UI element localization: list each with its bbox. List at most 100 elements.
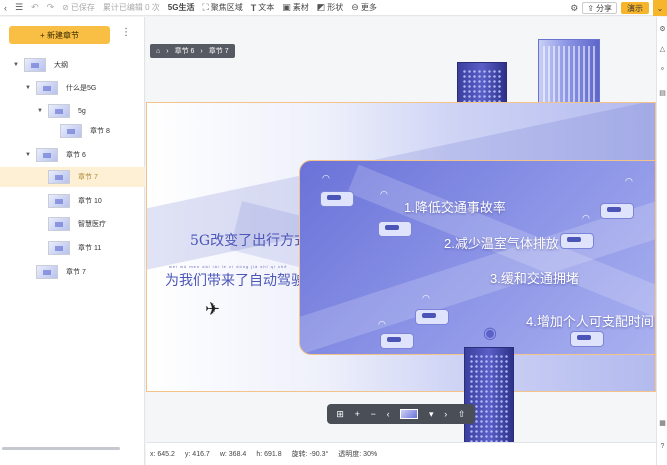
focus-area-label: 聚焦区域 xyxy=(210,3,243,12)
breadcrumb-item[interactable]: 章节 7 xyxy=(209,46,229,56)
caret-down-icon[interactable]: ▼ xyxy=(24,85,32,91)
shape-button[interactable]: ◩ 形状 xyxy=(313,0,348,16)
slide-thumbnail xyxy=(48,194,70,208)
kebab-menu-icon[interactable]: ⋮ xyxy=(121,27,131,38)
tree-item-chapter-11[interactable]: 章节 11 xyxy=(0,238,145,258)
layers-icon[interactable]: ▤ xyxy=(658,89,667,98)
tree-item-label: 章节 8 xyxy=(90,128,110,135)
slide-point[interactable]: 1.降低交通事故率 xyxy=(404,197,506,216)
saved-label: 已保存 xyxy=(70,3,95,12)
chevron-down-icon: ⌄ xyxy=(656,3,664,13)
tree-item-label: 什么是5G xyxy=(66,85,97,92)
chevron-left-icon: ‹ xyxy=(4,2,7,13)
keyboard-icon[interactable]: ▦ xyxy=(658,419,667,428)
tree-item-chapter-8[interactable]: 章节 8 xyxy=(0,121,145,141)
caret-down-icon[interactable]: ▼ xyxy=(12,62,20,68)
status-opacity: 透明度: 30% xyxy=(338,451,378,458)
tree-item-chapter-7[interactable]: 章节 7 xyxy=(0,262,145,282)
car-illustration xyxy=(560,233,594,249)
wifi-icon: ◠ xyxy=(322,173,330,183)
car-illustration xyxy=(378,221,412,237)
tree-item-smart-healthcare[interactable]: 智慧医疗 xyxy=(0,214,145,234)
image-icon: ▣ xyxy=(282,2,291,12)
tree-item-5g[interactable]: ▼ 5g xyxy=(0,101,145,121)
slide-thumbnail xyxy=(48,241,70,255)
share-label: 分享 xyxy=(596,3,612,13)
help-icon[interactable]: ? xyxy=(658,442,667,451)
home-icon[interactable]: ⌂ xyxy=(156,48,160,55)
caret-down-icon[interactable]: ▼ xyxy=(24,152,32,158)
undo-icon: ↶ xyxy=(31,2,39,12)
slide-thumbnail xyxy=(60,124,82,138)
outline-scrollbar[interactable] xyxy=(2,447,120,450)
more-button[interactable]: ⊖ 更多 xyxy=(347,0,381,16)
redo-button[interactable]: ↷ xyxy=(43,0,59,16)
top-toolbar: ‹ ☰ ↶ ↷ ⊘ 已保存 累计已编辑 0 次 5G生活 ⛶ 聚焦区域 T 文本 ▣… xyxy=(0,0,667,16)
wifi-icon: ◠ xyxy=(378,319,386,329)
slide-thumbnail xyxy=(36,265,58,279)
car-illustration xyxy=(380,333,414,349)
tree-item-what-is-5g[interactable]: ▼ 什么是5G xyxy=(0,78,145,98)
slide-point[interactable]: 4.增加个人可支配时间 xyxy=(526,311,654,330)
car-illustration xyxy=(415,309,449,325)
wifi-icon: ◠ xyxy=(422,293,430,303)
tree-item-chapter-6[interactable]: ▼ 章节 6 xyxy=(0,145,145,165)
present-dropdown-button[interactable]: ⌄ xyxy=(653,0,667,16)
chevron-down-icon[interactable]: ▾ xyxy=(429,409,434,420)
tree-item-outline[interactable]: ▼ 大纲 xyxy=(0,55,145,75)
brand-label[interactable]: 5G生活 xyxy=(164,0,199,16)
slide-headline[interactable]: 5G改变了出行方式 xyxy=(190,230,308,250)
slide-point[interactable]: 2.减少温室气体排放 xyxy=(444,233,559,252)
status-w: w: 368.4 xyxy=(219,450,247,458)
save-status: ⊘ 已保存 xyxy=(58,0,99,16)
zoom-out-button[interactable]: − xyxy=(371,409,376,419)
focus-area-button[interactable]: ⛶ 聚焦区域 xyxy=(198,0,246,16)
settings-icon[interactable]: ⚙ xyxy=(658,25,667,34)
text-button[interactable]: T 文本 xyxy=(247,0,279,16)
toolbar-right: ⚙ ⇪ 分享 演示 ⌄ xyxy=(570,0,667,16)
shape-icon: ◩ xyxy=(316,2,326,12)
settings-gear-icon[interactable]: ⚙ xyxy=(570,3,578,14)
new-chapter-button[interactable]: + 新建章节 xyxy=(9,26,110,44)
undo-button[interactable]: ↶ xyxy=(27,0,43,16)
slide-thumbnail xyxy=(48,104,70,118)
traffic-illustration-panel[interactable]: ◠ ◠ ◠ ◠ ◠ ◠ 1.降低交通事故率 2.减少温室气体排放 3.缓和交通拥… xyxy=(299,160,655,355)
editor-canvas[interactable]: ⌂ › 章节 6 › 章节 7 5G改变了出行方式 wèi wǒ men dài… xyxy=(146,17,656,442)
style-tool-icon[interactable]: ⚬ xyxy=(658,65,667,74)
drone-icon: ✈ xyxy=(205,299,221,319)
caret-down-icon[interactable]: ▼ xyxy=(36,108,44,114)
share-button[interactable]: ⇪ 分享 xyxy=(582,2,617,14)
grid-icon[interactable]: ⊞ xyxy=(336,409,344,420)
car-illustration xyxy=(570,331,604,347)
shape-label: 形状 xyxy=(327,3,344,12)
zoom-in-button[interactable]: + xyxy=(355,409,360,419)
app-window: ‹ ☰ ↶ ↷ ⊘ 已保存 累计已编辑 0 次 5G生活 ⛶ 聚焦区域 T 文本 ▣… xyxy=(0,0,667,465)
breadcrumb: ⌂ › 章节 6 › 章节 7 xyxy=(150,44,235,58)
redo-icon: ↷ xyxy=(46,2,55,12)
slide-point[interactable]: 3.缓和交通拥堵 xyxy=(490,268,579,287)
tree-item-label: 章节 10 xyxy=(78,198,102,205)
menu-button[interactable]: ☰ xyxy=(11,0,27,16)
current-slide-thumbnail[interactable] xyxy=(400,409,419,419)
tree-item-chapter-7-selected[interactable]: 章节 7 xyxy=(0,167,145,187)
next-slide-button[interactable]: › xyxy=(444,409,447,419)
previous-slide-button[interactable]: ‹ xyxy=(387,409,390,419)
back-button[interactable]: ‹ xyxy=(0,0,11,16)
text-label: 文本 xyxy=(258,3,275,12)
right-tool-rail: ⚙ △ ⚬ ▤ ▦ ? xyxy=(656,17,667,465)
shape-tool-icon[interactable]: △ xyxy=(658,45,667,54)
hamburger-icon: ☰ xyxy=(15,2,24,12)
assets-button[interactable]: ▣ 素材 xyxy=(278,0,313,16)
tree-item-label: 大纲 xyxy=(54,62,68,69)
tree-item-chapter-10[interactable]: 章节 10 xyxy=(0,191,145,211)
status-y: y: 416.7 xyxy=(184,450,210,458)
present-button[interactable]: 演示 xyxy=(621,2,649,14)
upload-icon[interactable]: ⇧ xyxy=(458,409,466,420)
chevron-right-icon: › xyxy=(166,47,169,55)
wifi-icon: ◠ xyxy=(582,213,590,223)
breadcrumb-item[interactable]: 章节 6 xyxy=(175,46,195,56)
slide-canvas[interactable]: 5G改变了出行方式 wèi wǒ men dài lái le zì dòng … xyxy=(146,102,656,392)
slide-thumbnail xyxy=(36,81,58,95)
car-illustration xyxy=(320,191,354,207)
slide-thumbnail xyxy=(48,217,70,231)
